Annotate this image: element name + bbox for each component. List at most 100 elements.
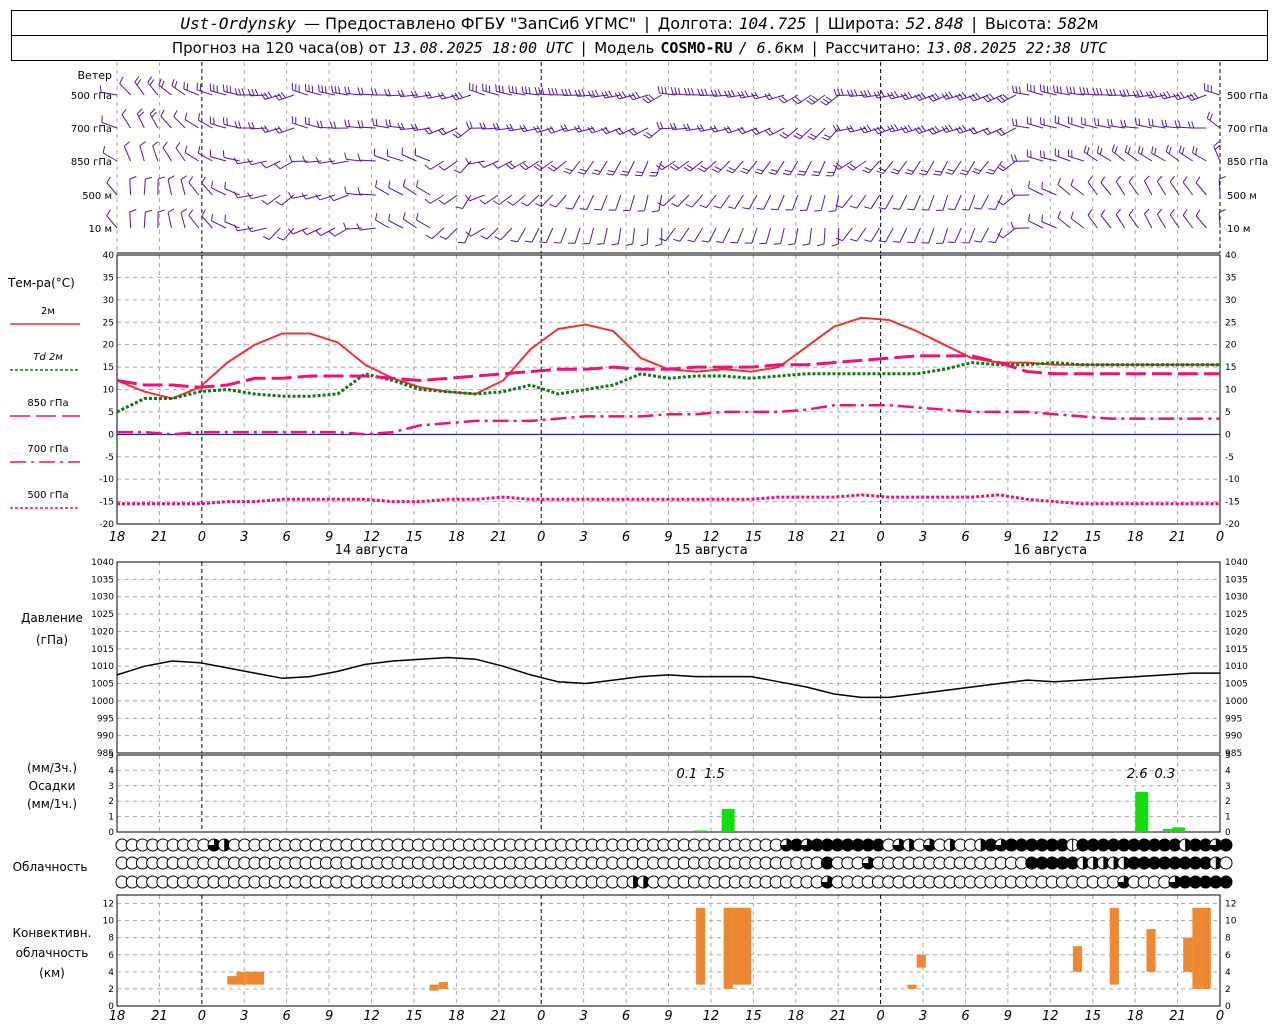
wind-barb — [586, 194, 595, 210]
wind-barb-flag — [594, 89, 599, 97]
temp-ytick-right: 0 — [1225, 430, 1231, 440]
wind-barb-flag — [628, 93, 634, 100]
wind-barb-flag — [344, 186, 347, 194]
conv-title-1: Конвективн. — [13, 926, 92, 940]
temp-ytick: 35 — [103, 273, 114, 283]
temp-tick-label: 21 — [491, 530, 508, 545]
wind-barb — [954, 227, 962, 243]
wind-barb-flag — [388, 119, 392, 127]
wind-barb-flag — [1126, 89, 1130, 96]
wind-barb-flag — [683, 166, 691, 172]
wind-barb-flag — [781, 96, 788, 102]
wind-barb-flag — [1056, 85, 1059, 93]
wind-barb-flag — [524, 86, 528, 94]
wind-barb-flag — [180, 208, 188, 213]
wind-barb-flag — [779, 134, 786, 139]
wind-barb-flag — [754, 127, 760, 134]
wind-barb-flag — [222, 117, 225, 125]
temp-ytick-right: -20 — [1225, 520, 1240, 530]
wind-level-label: 850 гПа — [71, 157, 112, 168]
wind-barb-flag — [1087, 176, 1093, 183]
wind-barb-flag — [809, 133, 817, 138]
wind-barb-flag — [906, 169, 914, 172]
wind-barb-flag — [728, 206, 736, 210]
wind-barb-flag — [634, 174, 642, 177]
wind-barb — [1001, 94, 1016, 103]
wind-barb — [250, 127, 267, 130]
wind-barb — [469, 89, 485, 96]
wind-barb-flag — [822, 98, 830, 104]
wind-barb-flag — [319, 120, 323, 128]
wind-barb-flag — [863, 125, 869, 133]
wind-barb-flag — [611, 243, 619, 246]
wind-barb — [500, 227, 513, 241]
wind-barb — [825, 94, 840, 106]
wind-barb-flag — [515, 86, 518, 94]
wind-barb-flag — [907, 208, 915, 211]
wind-barb — [925, 160, 935, 176]
wind-barb-flag — [121, 108, 127, 115]
press-ytick-right: 1015 — [1225, 645, 1248, 655]
wind-barb-flag — [197, 113, 201, 121]
wind-barb — [1192, 152, 1207, 162]
press-ytick-right: 1020 — [1225, 627, 1248, 637]
wind-barb-flag — [238, 121, 242, 129]
wind-barb-flag — [637, 210, 645, 212]
wind-barb-flag — [764, 129, 771, 136]
wind-barb-flag — [1028, 180, 1031, 189]
wind-barb-flag — [492, 123, 497, 131]
wind-barb-flag — [866, 124, 872, 132]
wind-barb — [444, 194, 458, 205]
wind-barb-flag — [840, 88, 844, 96]
wind-barb-flag — [152, 141, 159, 147]
wind-barb — [359, 227, 376, 231]
wind-barb-flag — [1083, 145, 1087, 153]
wind-barb-flag — [971, 170, 979, 175]
wind-barb-flag — [985, 94, 992, 101]
wind-barb — [1013, 92, 1030, 96]
wind-barb-flag — [996, 130, 1002, 136]
wind-barb — [1138, 152, 1153, 162]
conv-bar — [1192, 907, 1202, 989]
wind-barb — [572, 194, 581, 210]
wind-barb-flag — [538, 87, 541, 95]
temp-ytick-right: 10 — [1225, 386, 1237, 396]
wind-barb-flag — [385, 119, 388, 127]
temp-tick-label: 0 — [198, 530, 206, 545]
conv-tick-label: 12 — [363, 1009, 380, 1024]
wind-barb-flag — [162, 141, 168, 148]
wind-barb — [415, 154, 431, 162]
wind-barb-flag — [593, 169, 601, 173]
wind-barb-flag — [147, 76, 153, 83]
wind-barb-flag — [724, 90, 729, 98]
wind-barb-flag — [1043, 151, 1045, 159]
wind-barb-flag — [1011, 85, 1015, 93]
wind-barb-flag — [651, 210, 659, 213]
wind-barb-flag — [864, 166, 872, 171]
wind-barb-flag — [904, 172, 912, 175]
wind-barb-flag — [519, 164, 527, 171]
wind-barb-flag — [788, 243, 796, 246]
wind-barb-flag — [674, 87, 677, 95]
wind-barb-flag — [565, 207, 573, 210]
wind-barb-flag — [750, 128, 757, 135]
wind-level-label-right: 500 м — [1227, 191, 1257, 202]
wind-barb-flag — [878, 167, 886, 172]
wind-barb — [884, 194, 894, 210]
wind-barb-flag — [524, 240, 532, 243]
wind-barb-flag — [893, 123, 899, 131]
wind-barb-flag — [511, 85, 514, 93]
wind-barb-flag — [425, 234, 433, 240]
wind-barb — [1182, 214, 1194, 229]
wind-barb — [1100, 215, 1112, 229]
wind-barb — [1143, 213, 1153, 229]
wind-barb — [211, 220, 227, 229]
wind-barb — [1001, 127, 1016, 136]
wind-barb — [1124, 151, 1139, 162]
wind-barb — [980, 194, 989, 210]
conv-tick-label: 18 — [1127, 1009, 1144, 1024]
wind-barb — [1111, 150, 1125, 162]
wind-barb-flag — [331, 85, 334, 93]
conv-tick-label: 9 — [664, 1009, 672, 1024]
wind-barb-flag — [988, 241, 996, 243]
